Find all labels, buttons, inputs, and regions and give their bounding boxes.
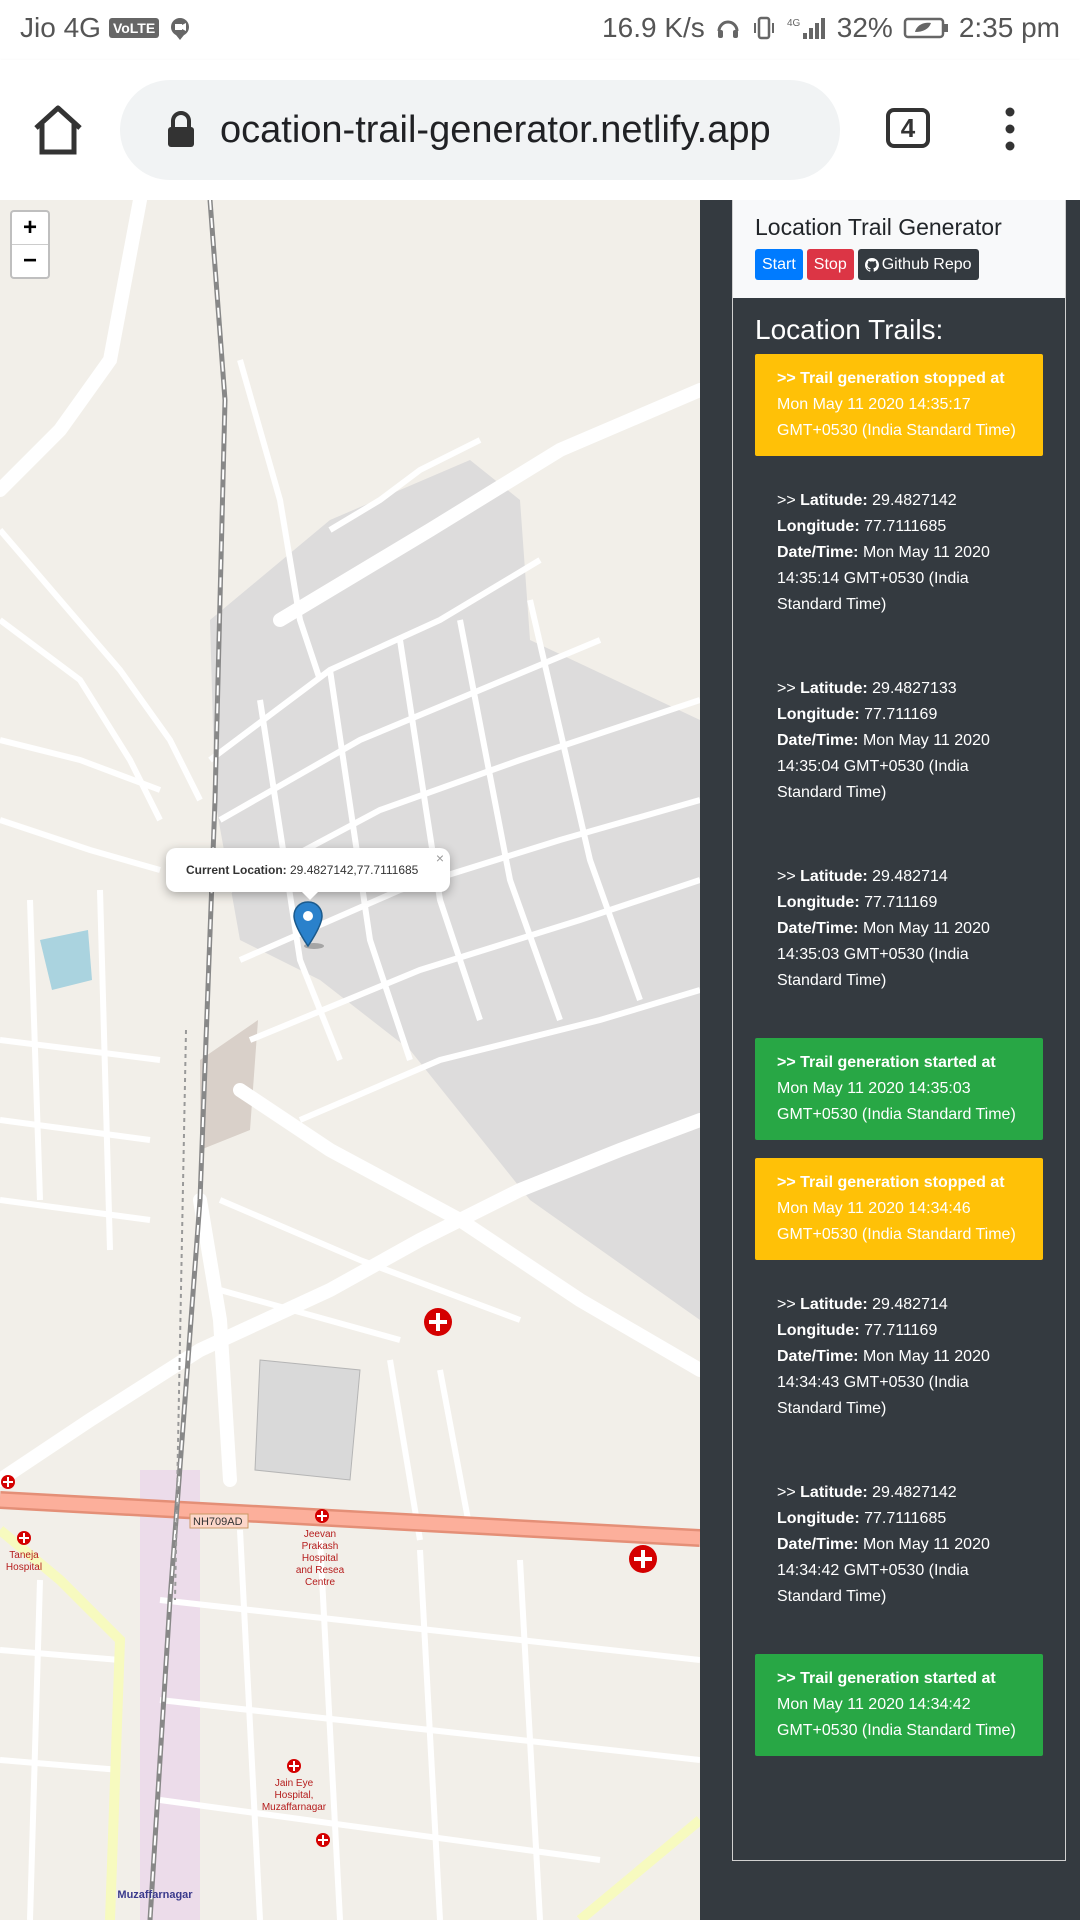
zoom-control: + − [10, 210, 50, 279]
popup-close-button[interactable]: × [436, 850, 444, 866]
battery-percent: 32% [836, 12, 893, 43]
status-bar: Jio 4G VoLTE 16.9 K/s 4G 32% 2:35 pm [0, 0, 1080, 60]
datetime-label: Date/Time: [777, 1348, 859, 1365]
datetime-label: Date/Time: [777, 920, 859, 937]
latitude-label: Latitude: [800, 868, 868, 885]
github-label: Github Repo [881, 256, 972, 273]
sidebar: Location Trail Generator Start Stop Gith… [700, 200, 1080, 1920]
latitude-value: 29.4827142 [872, 492, 957, 509]
latitude-value: 29.482714 [872, 868, 948, 885]
battery-icon [903, 17, 948, 39]
latitude-label: Latitude: [800, 680, 868, 697]
browser-toolbar: ocation-trail-generator.netlify.app 4 [0, 60, 1080, 200]
start-button[interactable]: Start [755, 249, 803, 280]
place-label: Muzaffarnagar [117, 1889, 193, 1901]
alert-text: Mon May 11 2020 14:34:42 GMT+0530 (India… [777, 1696, 1016, 1739]
trail-location-entry: >> Latitude: 29.482714 Longitude: 77.7111… [777, 1296, 990, 1417]
headphones-icon [717, 20, 739, 38]
clock: 2:35 pm [958, 12, 1060, 43]
location-popup: Current Location: 29.4827142,77.7111685 … [166, 848, 450, 892]
alert-heading: >> Trail generation stopped at [777, 370, 1005, 387]
map-marker-icon[interactable] [292, 900, 324, 950]
latitude-value: 29.482714 [872, 1296, 948, 1313]
place-label: Taneja Hospital [6, 1550, 42, 1573]
longitude-label: Longitude: [777, 518, 860, 535]
app-title: Location Trail Generator [755, 214, 1002, 240]
longitude-label: Longitude: [777, 1510, 860, 1527]
datetime-label: Date/Time: [777, 544, 859, 561]
longitude-value: 77.711169 [864, 1322, 938, 1339]
video-call-icon [171, 18, 190, 40]
home-icon[interactable] [30, 102, 86, 158]
place-label: Jain Eye Hospital, Muzaffarnagar [262, 1778, 327, 1813]
longitude-value: 77.711169 [864, 706, 938, 723]
alert-heading: >> Trail generation started at [777, 1670, 996, 1687]
map-tiles: NH709AD Jeevan Prakash Hospital and Resea Ce… [0, 200, 700, 1920]
latitude-value: 29.4827133 [872, 680, 957, 697]
trail-location-entry: >> Latitude: 29.4827142 Longitude: 77.711… [777, 492, 990, 613]
zoom-in-button[interactable]: + [12, 212, 48, 244]
app-header: Location Trail Generator Start Stop Gith… [733, 200, 1065, 298]
alert-heading: >> Trail generation stopped at [777, 1174, 1005, 1191]
longitude-value: 77.7111685 [864, 1510, 947, 1527]
datetime-label: Date/Time: [777, 732, 859, 749]
latitude-label: Latitude: [800, 492, 868, 509]
github-repo-button[interactable]: Github Repo [857, 249, 979, 280]
latitude-value: 29.4827142 [872, 1484, 957, 1501]
place-label: Jeevan Prakash Hospital and Resea Centre [296, 1529, 345, 1588]
latitude-label: Latitude: [800, 1296, 868, 1313]
network-speed: 16.9 K/s [602, 12, 705, 43]
tab-switcher-button[interactable]: 4 [886, 108, 930, 148]
alert-text: Mon May 11 2020 14:34:46 GMT+0530 (India… [777, 1200, 1016, 1243]
trails-heading: Location Trails: [755, 314, 944, 345]
vibrate-icon [753, 16, 774, 40]
map-view[interactable]: NH709AD Jeevan Prakash Hospital and Resea Ce… [0, 200, 700, 1920]
volte-badge: VoLTE [108, 18, 160, 38]
alert-text: Mon May 11 2020 14:35:03 GMT+0530 (India… [777, 1080, 1016, 1123]
overflow-menu-icon[interactable] [995, 104, 1025, 154]
trail-started-alert: >> Trail generation started at Mon May 1… [755, 1654, 1043, 1756]
trail-location-entry: >> Latitude: 29.4827142 Longitude: 77.711… [777, 1484, 990, 1605]
trail-started-alert: >> Trail generation started at Mon May 1… [755, 1038, 1043, 1140]
alert-text: Mon May 11 2020 14:35:17 GMT+0530 (India… [777, 396, 1016, 439]
zoom-out-button[interactable]: − [12, 244, 48, 277]
trail-location-entry: >> Latitude: 29.4827133 Longitude: 77.711… [777, 680, 990, 801]
github-icon [864, 257, 879, 272]
svg-text:4G: 4G [787, 18, 801, 29]
longitude-label: Longitude: [777, 894, 860, 911]
longitude-label: Longitude: [777, 706, 860, 723]
trail-stopped-alert: >> Trail generation stopped at Mon May 1… [755, 354, 1043, 456]
carrier-label: Jio 4G [20, 12, 101, 43]
longitude-value: 77.711169 [864, 894, 938, 911]
trail-panel: Location Trail Generator Start Stop Gith… [732, 200, 1066, 1861]
url-text: ocation-trail-generator.netlify.app [220, 108, 771, 151]
popup-label: Current Location: [186, 863, 287, 877]
lock-icon [168, 111, 194, 147]
trail-list: >> Trail generation stopped at Mon May 1… [733, 354, 1065, 1756]
trail-stopped-alert: >> Trail generation stopped at Mon May 1… [755, 1158, 1043, 1260]
stop-button[interactable]: Stop [806, 249, 854, 280]
longitude-label: Longitude: [777, 1322, 860, 1339]
signal-icon: 4G [787, 18, 825, 39]
alert-heading: >> Trail generation started at [777, 1054, 996, 1071]
address-bar[interactable]: ocation-trail-generator.netlify.app [120, 80, 840, 180]
trail-location-entry: >> Latitude: 29.482714 Longitude: 77.7111… [777, 868, 990, 989]
latitude-label: Latitude: [800, 1484, 868, 1501]
road-label: NH709AD [193, 1516, 243, 1528]
longitude-value: 77.7111685 [864, 518, 947, 535]
popup-tip [300, 890, 320, 900]
datetime-label: Date/Time: [777, 1536, 859, 1553]
popup-value: 29.4827142,77.7111685 [286, 863, 419, 877]
